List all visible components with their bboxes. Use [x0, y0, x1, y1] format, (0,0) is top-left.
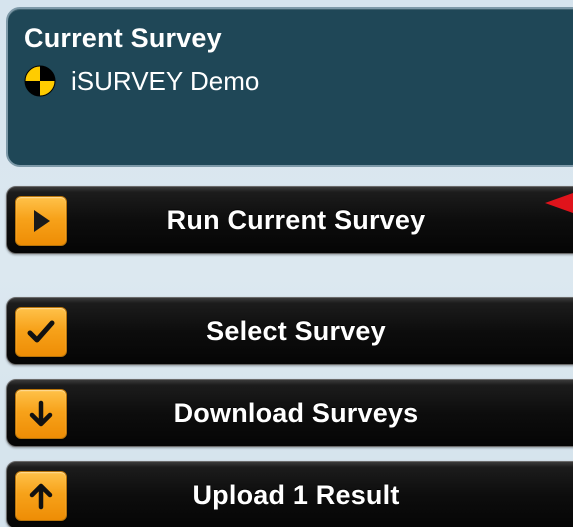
download-surveys-button[interactable]: Download Surveys [6, 379, 573, 447]
red-pointer-arrow-icon [545, 193, 573, 213]
current-survey-panel: Current Survey iSURVEY Demo [6, 7, 573, 167]
checkmark-icon [15, 307, 67, 357]
arrow-up-icon [15, 471, 67, 521]
run-current-survey-button[interactable]: Run Current Survey [6, 186, 573, 254]
current-survey-title: Current Survey [24, 23, 222, 53]
run-current-survey-label: Run Current Survey [166, 204, 426, 235]
crash-test-target-icon [24, 65, 56, 97]
upload-results-button[interactable]: Upload 1 Result [6, 461, 573, 527]
play-icon [15, 196, 67, 246]
select-survey-label: Select Survey [206, 315, 386, 346]
current-survey-name: iSURVEY Demo [71, 65, 260, 96]
arrow-down-icon [15, 389, 67, 439]
upload-results-label: Upload 1 Result [192, 479, 400, 510]
download-surveys-label: Download Surveys [173, 397, 419, 428]
select-survey-button[interactable]: Select Survey [6, 297, 573, 365]
current-survey-row: iSURVEY Demo [24, 65, 259, 97]
